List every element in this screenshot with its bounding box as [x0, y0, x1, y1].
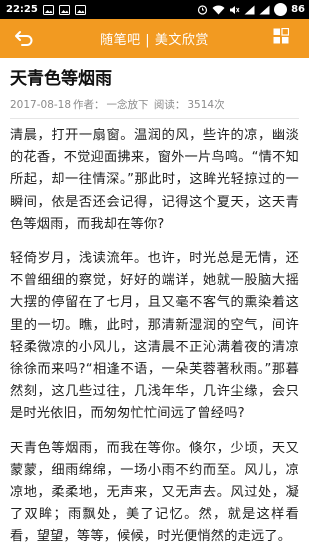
image-notification-icon-2: [58, 4, 70, 15]
battery-icon: [274, 3, 288, 16]
grid-icon[interactable]: [273, 28, 289, 44]
alarm-icon: [197, 5, 208, 15]
battery-level: 86: [291, 4, 305, 15]
app-title: 随笔吧 | 美文欣赏: [100, 33, 209, 48]
reads-label: 阅读：: [153, 99, 186, 111]
wifi-icon: [212, 5, 225, 14]
app-bar: 随笔吧 | 美文欣赏: [0, 19, 309, 58]
image-notification-icon: [42, 4, 54, 15]
signal-icon: [244, 5, 255, 14]
image-notification-icon-3: [74, 4, 86, 15]
article-content[interactable]: 天青色等烟雨 2017-08-18 作者： 一念放下 阅读： 3514次 清晨，打开一…: [0, 58, 309, 550]
meta-divider: [10, 118, 299, 119]
status-bar: 22:25 86: [0, 0, 309, 19]
article-reads: 3514次: [187, 99, 225, 111]
article-title: 天青色等烟雨: [10, 69, 112, 89]
status-time: 22:25: [6, 4, 38, 15]
back-arrow-icon[interactable]: [14, 29, 34, 47]
article-author: 一念放下: [106, 99, 149, 111]
mute-icon: [230, 5, 240, 14]
article-paragraph: 天青色等烟雨，而我在等你。倏尔，少顷，天又蒙蒙，细雨绵绵，一场小雨不约而至。风儿…: [10, 440, 299, 545]
signal-icon-2: [259, 5, 270, 14]
article-meta: 2017-08-18 作者： 一念放下 阅读： 3514次: [10, 98, 299, 112]
article-paragraph: 轻倚岁月，浅读流年。也许，时光总是无情，还不曾细细的察觉，好好的端详，她就一股脑…: [10, 251, 299, 422]
article-paragraph: 清晨，打开一扇窗。温润的风，些许的凉，幽淡的花香，不觉迎面拂来，窗外一片鸟鸣。“…: [10, 128, 299, 232]
article-date: 2017-08-18: [10, 99, 72, 111]
author-label: 作者：: [73, 99, 105, 111]
